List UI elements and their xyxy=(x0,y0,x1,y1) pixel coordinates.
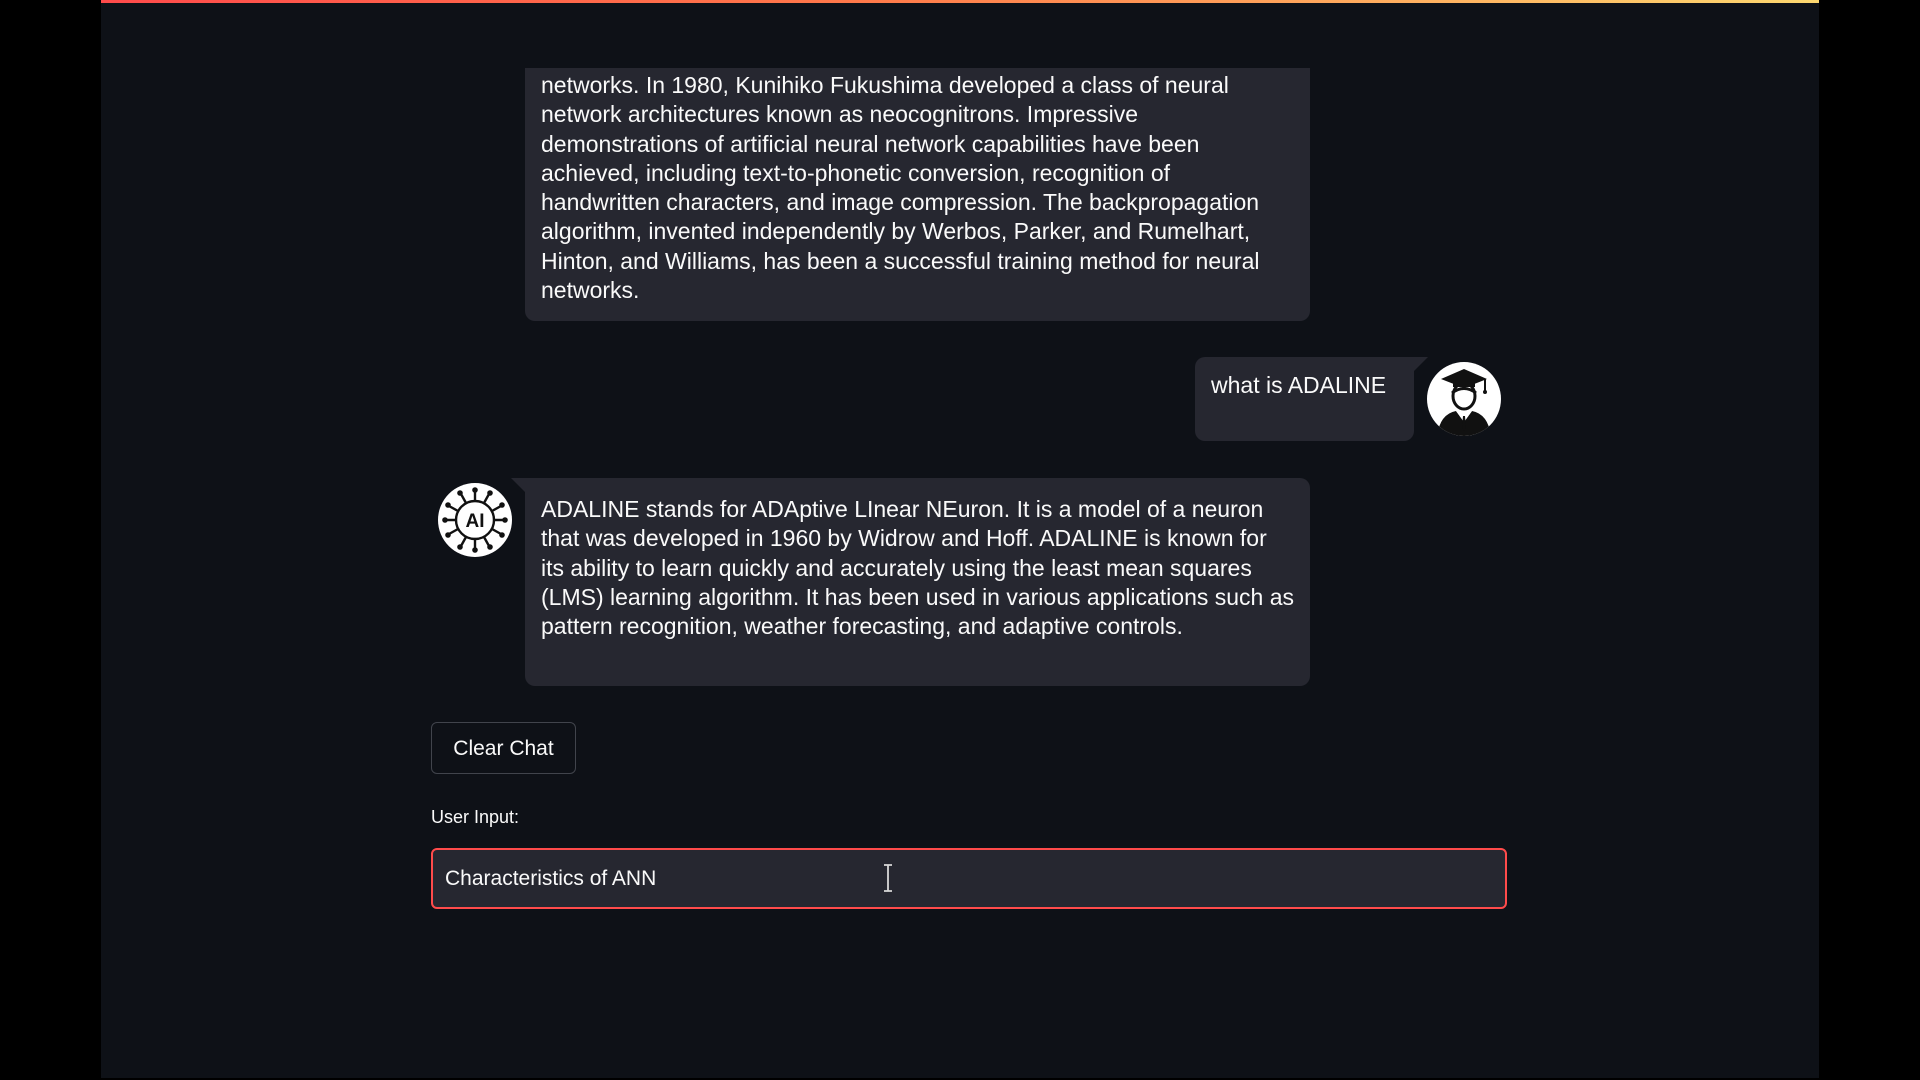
user-input-field[interactable] xyxy=(431,848,1507,909)
assistant-message: networks. In 1980, Kunihiko Fukushima de… xyxy=(525,68,1310,321)
message-text: ADALINE stands for ADAptive LInear NEuro… xyxy=(541,496,1295,640)
top-decoration-bar xyxy=(101,0,1819,3)
user-message: what is ADALINE xyxy=(1195,357,1428,441)
assistant-message: ADALINE stands for ADAptive LInear NEuro… xyxy=(511,478,1310,686)
graduate-student-icon xyxy=(1427,362,1501,436)
text-cursor-icon xyxy=(884,864,892,892)
message-text: networks. In 1980, Kunihiko Fukushima de… xyxy=(541,72,1260,304)
clear-chat-button[interactable]: Clear Chat xyxy=(431,722,576,774)
ai-chip-icon: AI xyxy=(438,483,512,557)
user-input-label: User Input: xyxy=(431,807,520,827)
message-text: what is ADALINE xyxy=(1211,372,1387,398)
chat-app: networks. In 1980, Kunihiko Fukushima de… xyxy=(101,0,1819,1078)
ai-avatar-text: AI xyxy=(466,511,485,532)
